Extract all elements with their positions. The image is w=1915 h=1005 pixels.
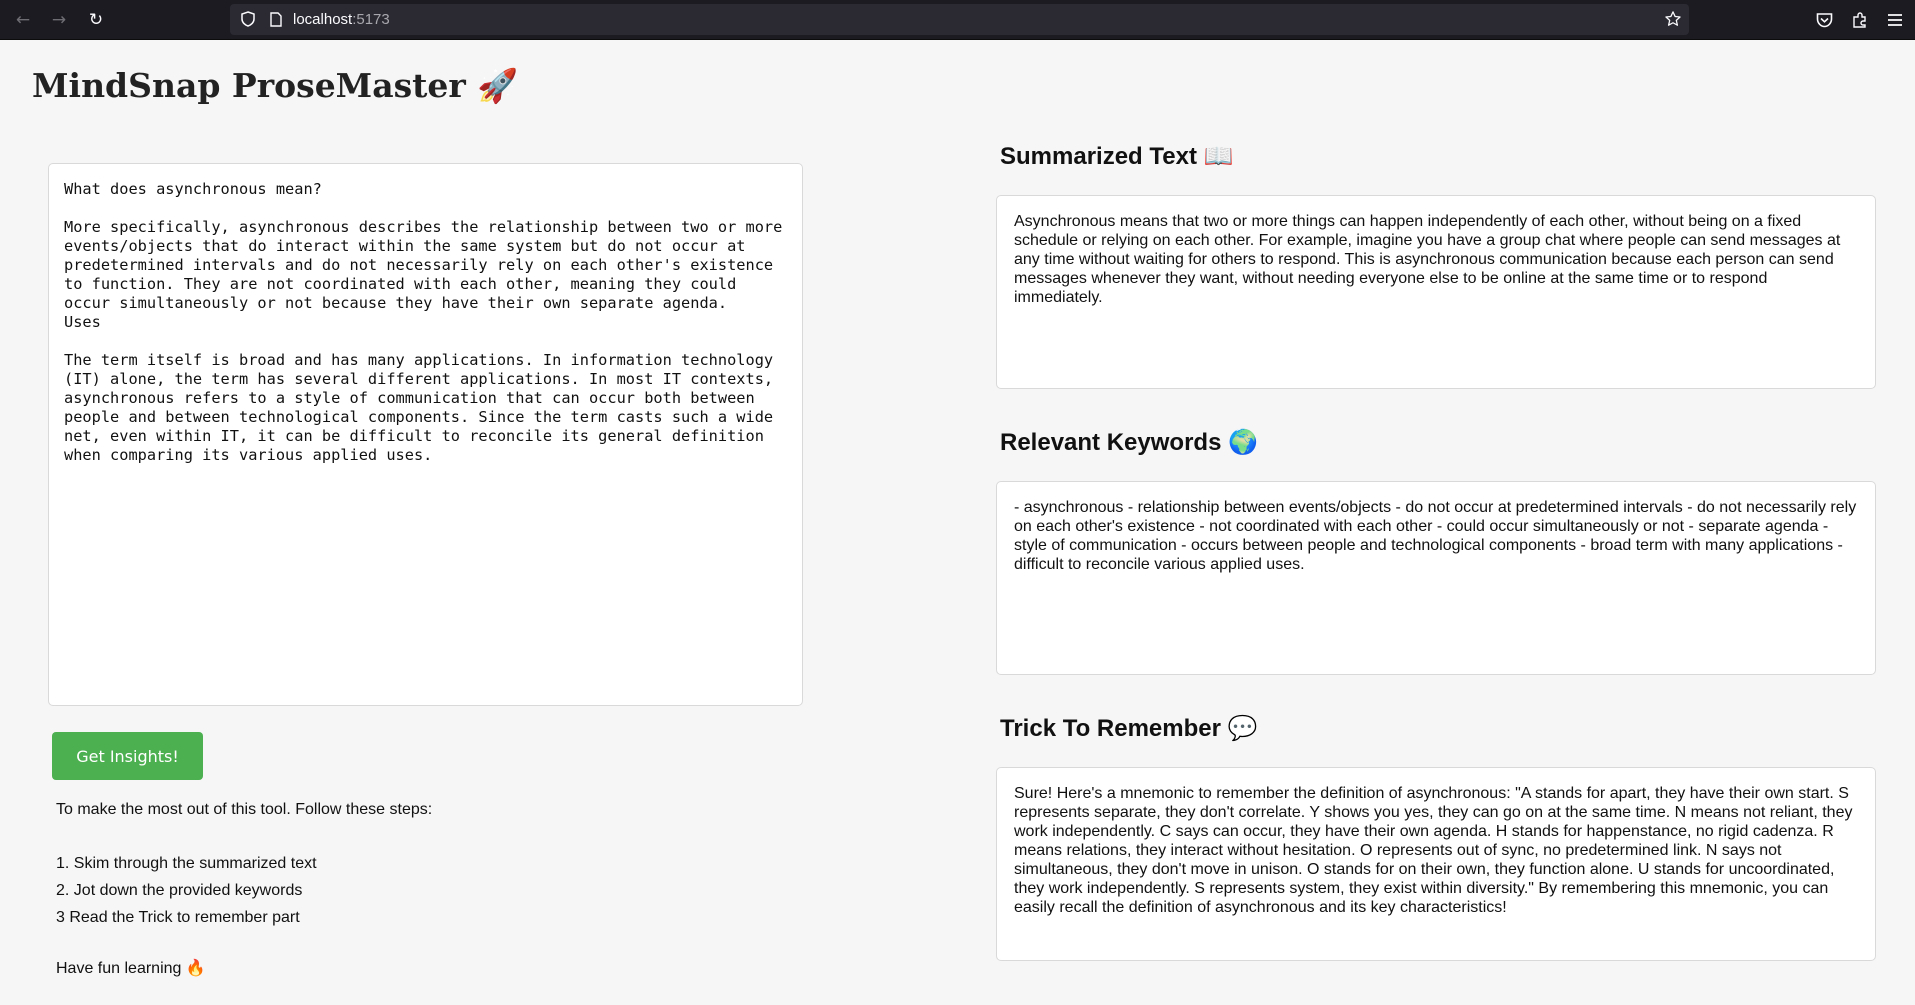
back-arrow-icon[interactable]: ← (10, 7, 36, 33)
bookmark-star-icon[interactable] (1661, 7, 1685, 31)
instructions-outro: Have fun learning 🔥 (56, 958, 206, 978)
shield-icon[interactable] (236, 7, 260, 31)
instructions-step-3: 3 Read the Trick to remember part (56, 909, 300, 926)
menu-hamburger-icon[interactable] (1882, 7, 1908, 33)
book-icon: 📖 (1203, 142, 1234, 170)
page-title: MindSnap ProseMaster 🚀 (32, 66, 518, 106)
instructions-intro: To make the most out of this tool. Follo… (56, 801, 433, 818)
reload-icon[interactable]: ↻ (83, 7, 109, 33)
page-title-text: MindSnap ProseMaster (32, 66, 466, 105)
trick-heading: Trick To Remember 💬 (1000, 714, 1258, 743)
page-info-icon[interactable] (264, 7, 288, 31)
extensions-icon[interactable] (1847, 7, 1873, 33)
trick-output: Sure! Here's a mnemonic to remember the … (996, 767, 1876, 961)
instructions-step-2: 2. Jot down the provided keywords (56, 882, 303, 899)
globe-icon: 🌍 (1228, 428, 1258, 456)
instructions-outro-text: Have fun learning (56, 960, 182, 977)
keywords-output: - asynchronous - relationship between ev… (996, 481, 1876, 675)
trick-heading-text: Trick To Remember (1000, 715, 1221, 742)
summary-heading: Summarized Text 📖 (1000, 142, 1234, 171)
summary-output: Asynchronous means that two or more thin… (996, 195, 1876, 389)
url-port: :5173 (352, 11, 390, 28)
pocket-icon[interactable] (1811, 7, 1837, 33)
fire-icon: 🔥 (185, 958, 206, 977)
forward-arrow-icon[interactable]: → (46, 7, 72, 33)
keywords-heading: Relevant Keywords 🌍 (1000, 428, 1258, 457)
rocket-icon: 🚀 (477, 66, 519, 105)
instructions-step-1: 1. Skim through the summarized text (56, 855, 317, 872)
address-bar[interactable]: localhost:5173 (230, 4, 1689, 35)
url-host: localhost (293, 11, 353, 28)
summary-heading-text: Summarized Text (1000, 143, 1197, 170)
input-textarea[interactable]: What does asynchronous mean? More specif… (48, 163, 803, 706)
url-text[interactable]: localhost:5173 (293, 11, 390, 28)
keywords-heading-text: Relevant Keywords (1000, 429, 1222, 456)
get-insights-button[interactable]: Get Insights! (52, 732, 203, 780)
browser-toolbar: ← → ↻ localhost:5173 (0, 0, 1915, 40)
speech-bubble-icon: 💬 (1227, 714, 1258, 742)
